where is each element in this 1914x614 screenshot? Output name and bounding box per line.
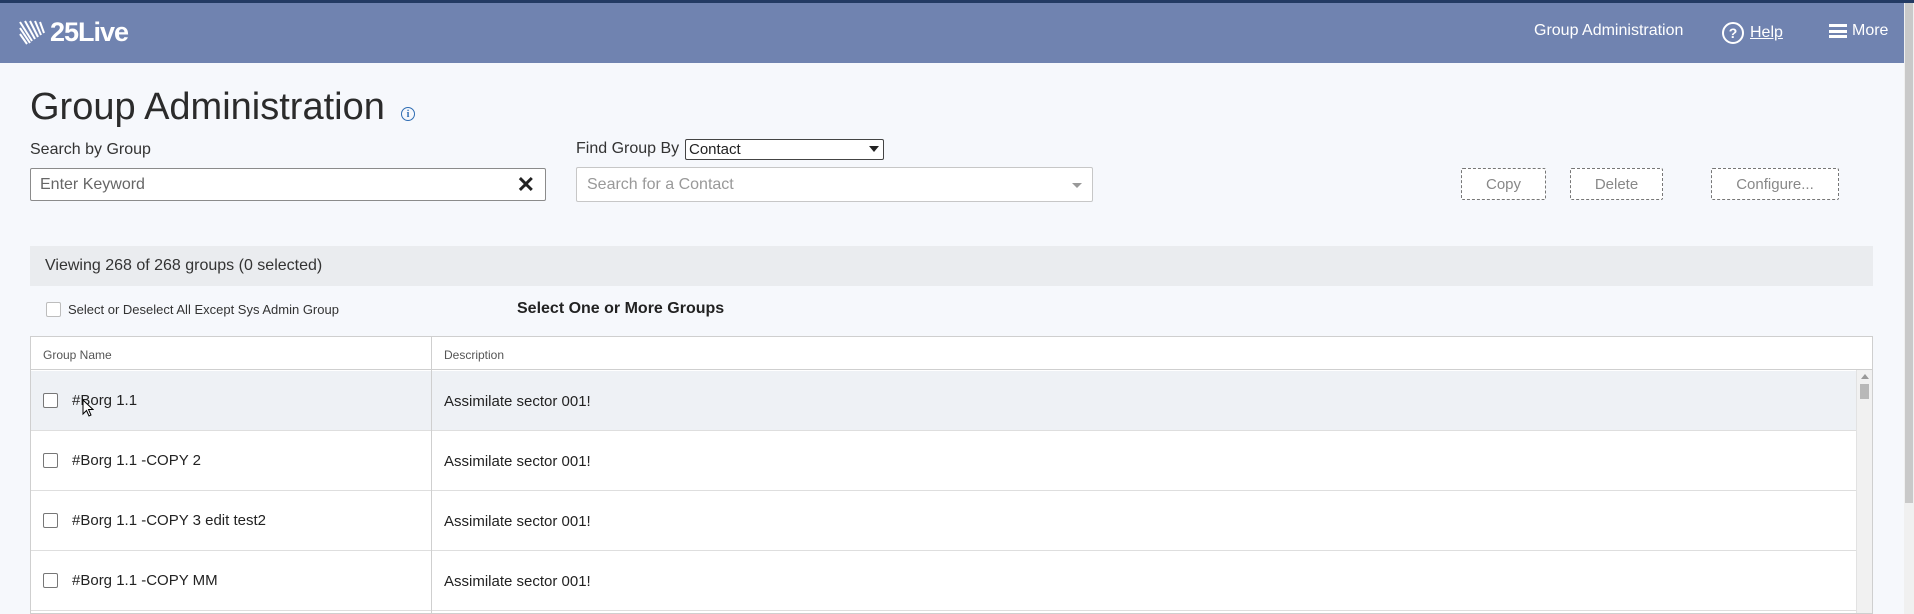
contact-search-placeholder: Search for a Contact [587, 176, 734, 193]
help-link[interactable]: ? Help [1722, 22, 1783, 44]
row-checkbox[interactable] [43, 393, 58, 408]
page-scrollbar[interactable] [1904, 3, 1914, 614]
group-name: #Borg 1.1 -COPY 3 edit test2 [72, 512, 266, 529]
grid-scrollbar[interactable] [1856, 370, 1872, 613]
brand-name: 25Live [50, 17, 129, 47]
column-header-group-name[interactable]: Group Name [43, 348, 112, 362]
more-menu[interactable]: More [1829, 22, 1888, 40]
find-group-by-label: Find Group By [576, 140, 680, 157]
group-search-field: ✕ [30, 168, 546, 201]
find-group-by-select[interactable]: Contact [685, 139, 884, 160]
group-description: Assimilate sector 001! [444, 393, 591, 410]
row-checkbox[interactable] [43, 573, 58, 588]
contact-search-dropdown[interactable]: Search for a Contact [576, 167, 1093, 202]
select-all-toggle[interactable]: Select or Deselect All Except Sys Admin … [46, 302, 339, 317]
row-checkbox[interactable] [43, 453, 58, 468]
group-search-input[interactable] [31, 169, 501, 200]
help-label: Help [1750, 24, 1783, 41]
table-row[interactable]: #Borg 1.1 -COPY MM Assimilate sector 001… [31, 551, 1856, 611]
group-name: #Borg 1.1 -COPY MM [72, 572, 218, 589]
nav-group-administration[interactable]: Group Administration [1534, 22, 1683, 40]
groups-grid: Group Name Description #Borg 1.1 Assimil… [30, 336, 1873, 614]
table-row[interactable]: #Borg 1.1 Assimilate sector 001! [31, 371, 1856, 431]
select-groups-prompt: Select One or More Groups [517, 300, 725, 317]
clear-icon[interactable]: ✕ [517, 172, 535, 198]
column-header-description[interactable]: Description [444, 348, 504, 362]
viewing-count-bar: Viewing 268 of 268 groups (0 selected) [30, 246, 1873, 286]
menu-icon [1829, 24, 1847, 38]
help-icon: ? [1722, 22, 1744, 44]
group-description: Assimilate sector 001! [444, 513, 591, 530]
grid-header: Group Name Description [31, 337, 1872, 370]
select-all-checkbox[interactable] [46, 302, 61, 317]
row-checkbox[interactable] [43, 513, 58, 528]
table-row[interactable]: #Borg 1.1 -COPY 3 edit test2 Assimilate … [31, 491, 1856, 551]
logo-mark-icon [19, 20, 45, 45]
group-description: Assimilate sector 001! [444, 453, 591, 470]
table-row[interactable]: #Borg 1.1 -COPY 2 Assimilate sector 001! [31, 431, 1856, 491]
page-title: Group Administration [30, 86, 385, 128]
more-label: More [1852, 22, 1889, 39]
chevron-down-icon [869, 146, 879, 152]
column-divider [431, 337, 432, 613]
grid-scrollbar-thumb[interactable] [1860, 384, 1869, 399]
configure-button[interactable]: Configure... [1711, 168, 1839, 200]
delete-button[interactable]: Delete [1570, 168, 1663, 200]
copy-button[interactable]: Copy [1461, 168, 1546, 200]
page-scrollbar-thumb[interactable] [1905, 3, 1913, 503]
select-all-label: Select or Deselect All Except Sys Admin … [68, 302, 339, 317]
group-description: Assimilate sector 001! [444, 573, 591, 590]
scroll-up-icon[interactable] [1861, 374, 1869, 379]
info-icon[interactable]: i [401, 107, 415, 121]
mouse-cursor-icon [82, 399, 94, 417]
dropdown-icon [1072, 183, 1082, 188]
find-group-by-value: Contact [689, 141, 741, 158]
app-header: 25Live Group Administration ? Help More [0, 3, 1904, 63]
group-name: #Borg 1.1 -COPY 2 [72, 452, 201, 469]
brand-logo[interactable]: 25Live [18, 17, 129, 48]
search-by-group-label: Search by Group [30, 141, 151, 158]
